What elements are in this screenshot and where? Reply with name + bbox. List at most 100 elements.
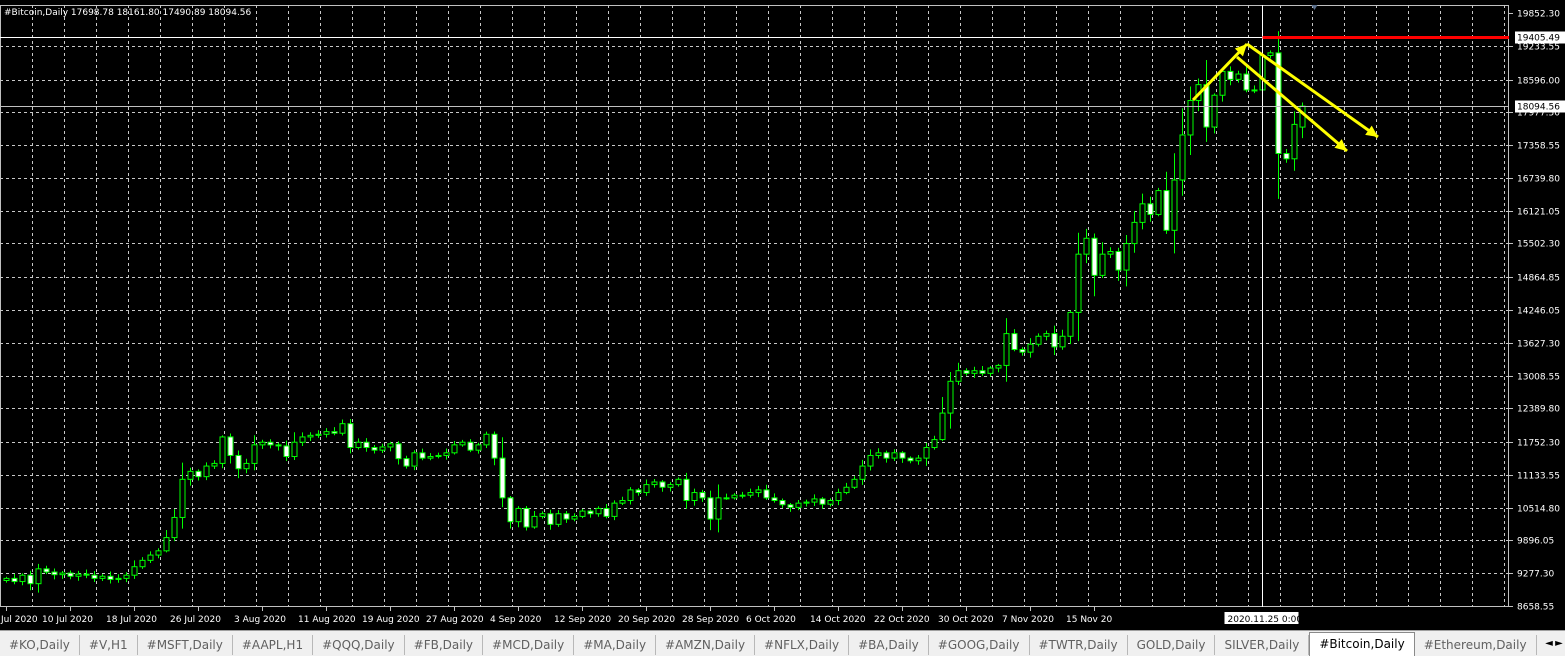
candle-body [1203,84,1210,128]
candle-body [691,492,698,502]
candle-body [499,457,506,499]
chart-tab[interactable]: #NFLX,Daily [755,635,850,655]
x-tick-label: 6 Oct 2020 [746,615,796,625]
candle-body [731,494,738,499]
y-tick-label: 12389.80 [1517,405,1560,415]
candle-body [187,470,194,480]
chart-tab[interactable]: #MA,Daily [574,635,657,655]
candle-body [11,577,18,583]
chart-tab[interactable]: #Ethereum,Daily [1415,635,1537,655]
candle-body [683,478,690,502]
y-tick-label: 8658.55 [1517,603,1554,613]
candle-body [99,575,106,579]
candle-body [843,486,850,494]
y-tick-label: 13008.55 [1517,373,1560,383]
candle-body [931,439,938,449]
chart-area[interactable]: 19852.30 19233.55 18596.00 17977.50 17358.55… [0,0,1565,630]
candle-body [43,568,50,573]
x-tick-label: 3 Aug 2020 [234,615,286,625]
candle-body [627,489,634,502]
candle-body [1011,333,1018,351]
candle-body [339,423,346,434]
candle-body [547,513,554,525]
candle-body [307,434,314,438]
candle-body [651,481,658,486]
y-tick-label: 18596.00 [1517,77,1560,87]
candle-body [747,492,754,496]
candle-body [67,572,74,577]
scroll-right-icon[interactable]: ► [1554,638,1564,649]
y-tick-label: 11752.30 [1517,439,1560,449]
chart-tab[interactable]: #KO,Daily [0,635,80,655]
candle-body [963,370,970,374]
candle-body [723,497,730,500]
candle-body [19,574,26,583]
candle-body [299,436,306,443]
chart-tab[interactable]: #V,H1 [80,635,138,655]
chart-tab[interactable]: #FB,Daily [405,635,484,655]
candle-body [539,513,546,517]
chart-tab-bar: #KO,Daily #V,H1 #MSFT,Daily #AAPL,H1 #QQQ,Da… [0,630,1565,656]
chart-tab[interactable]: GOLD,Daily [1128,635,1216,655]
chart-tab[interactable]: #MCD,Daily [483,635,575,655]
tab-scroll-control[interactable]: ◄ ► [1543,631,1565,656]
candle-body [475,444,482,451]
candle-body [459,441,466,446]
candle-body [1003,333,1010,366]
candle-body [923,447,930,459]
candle-body [819,498,826,505]
y-tick-label: 13627.30 [1517,340,1560,350]
candle-body [355,441,362,449]
x-tick-label: 7 Nov 2020 [1002,615,1054,625]
candle-body [227,436,234,456]
y-tick-label: 9277.30 [1517,570,1554,580]
candle-body [1043,333,1050,337]
candle-body [51,571,58,576]
chart-tab[interactable]: #BA,Daily [849,635,929,655]
candle-body [131,566,138,576]
y-tick-label: 14246.05 [1517,307,1560,317]
candle-body [1283,153,1290,160]
candle-body [1267,52,1274,57]
candle-body [835,492,842,502]
candle-body [523,507,530,528]
chart-tab[interactable]: #Bitcoin,Daily [1309,632,1415,656]
candle-body [515,507,522,523]
chart-tab[interactable]: SILVER,Daily [1215,635,1310,655]
y-tick-label: 17358.55 [1517,142,1560,152]
chart-tab[interactable]: #QQQ,Daily [313,635,405,655]
candle-body [1107,251,1114,255]
y-tick-label: 10514.80 [1517,505,1560,515]
candle-body [707,497,714,520]
chart-tab[interactable]: #AMZN,Daily [656,635,756,655]
candle-body [667,484,674,488]
y-tick-label: 15502.30 [1517,240,1560,250]
candle-body [267,441,274,446]
chart-tab[interactable]: #GOOG,Daily [929,635,1030,655]
chart-tab[interactable]: #TWTR,Daily [1030,635,1128,655]
candle-body [659,481,666,488]
candle-body [771,497,778,502]
candle-body [1027,343,1034,353]
candle-body [763,489,770,499]
chart-tab[interactable]: #AAPL,H1 [233,635,314,655]
candle-body [867,454,874,467]
candle-body [323,431,330,435]
candle-body [155,550,162,556]
candle-body [787,504,794,508]
candle-body [1235,73,1242,80]
candle-body [507,497,514,523]
candle-body [1171,179,1178,231]
scroll-left-icon[interactable]: ◄ [1544,638,1554,649]
chart-tab[interactable]: #MSFT,Daily [138,635,233,655]
price-chart[interactable]: 19852.3019233.5518596.0017977.5017358.55… [0,0,1565,630]
candle-body [443,452,450,456]
candle-body [1179,134,1186,181]
candle-body [531,515,538,528]
candle-body [603,507,610,517]
candle-body [427,456,434,459]
candle-body [1019,349,1026,353]
candle-body [1291,123,1298,160]
candle-body [947,380,954,414]
candle-body [699,492,706,499]
